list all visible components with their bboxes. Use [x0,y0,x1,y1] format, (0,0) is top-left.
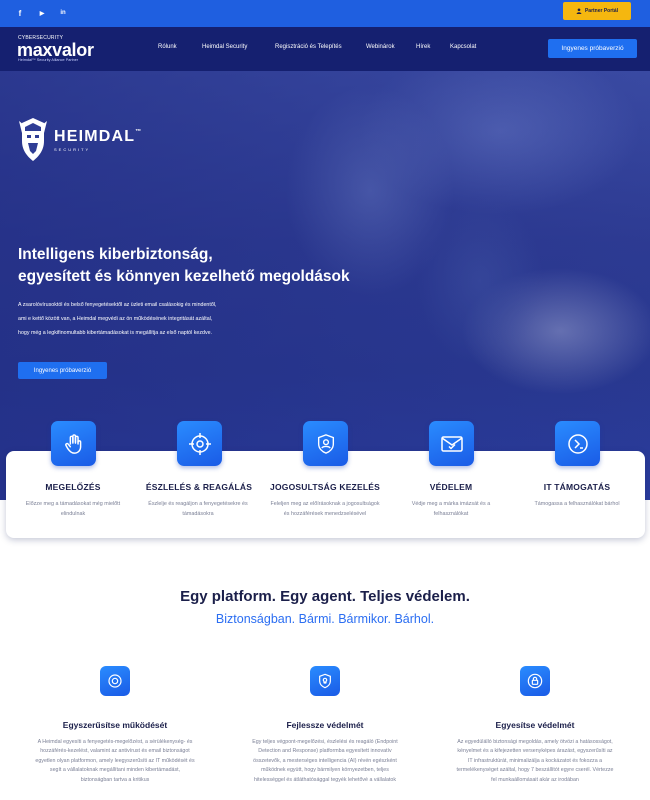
facebook-icon[interactable]: f [14,7,26,19]
hero-text-line-3: hogy még a legkifinomultabb kibertámadás… [18,330,213,336]
hero-title: Intelligens kiberbiztonság, egyesített é… [18,244,438,288]
hand-icon [51,421,96,466]
nav-item-contact[interactable]: Kapcsolat [450,44,476,50]
top-bar: f ▶ in Partner Portál [0,0,650,27]
linkedin-icon[interactable]: in [57,7,69,19]
target-icon [100,666,130,696]
feature-desc-privilege: Feleljen meg az előírásoknak a jogosults… [270,501,380,517]
user-icon [576,8,582,14]
bulb-shield-icon [310,666,340,696]
heimdal-sub: SECURITY [54,146,91,152]
feature-title-it-support: IT TÁMOGATÁS [543,482,611,492]
feature-desc-prevention: Előzze meg a támadásokat még mielőtt eli… [25,501,121,517]
column-text-simplify: A Heimdal egyesíti a fenyegetés-megelőzé… [35,739,195,783]
youtube-icon[interactable]: ▶ [36,7,48,19]
hero-text-line-1: A zsarolóvírusoktól és belső fenyegetése… [18,302,217,308]
nav-item-registration[interactable]: Regisztráció és Telepítés [275,44,342,50]
column-title-simplify: Egyszerűsítse működését [62,720,168,730]
feature-title-detection: ÉSZLELÉS & REAGÁLÁS [145,482,253,492]
hero-text-line-2: ami e kettő között van, a Heimdal megvéd… [18,316,213,322]
hero-title-line-1: Intelligens kiberbiztonság, [18,246,213,263]
feature-title-prevention: MEGELŐZÉS [45,482,101,492]
hero-description: A zsarolóvírusoktól és belső fenyegetése… [18,298,328,340]
nav-item-news[interactable]: Hírek [416,44,430,50]
feature-title-protection: VÉDELEM [429,482,473,492]
platform-title: Egy platform. Egy agent. Teljes védelem. [180,588,470,605]
nav-item-rolunk[interactable]: Rólunk [158,44,177,50]
column-text-unify: Az egyedülálló biztonsági megoldás, amel… [456,739,614,783]
partner-portal-button[interactable]: Partner Portál [563,2,631,20]
remote-icon [555,421,600,466]
free-trial-hero-button[interactable]: Ingyenes próbaverzió [18,362,107,379]
mail-check-icon [429,421,474,466]
column-title-unify: Egyesítse védelmét [495,720,575,730]
lock-icon [520,666,550,696]
heimdal-logo: HEIMDAL™ SECURITY [18,117,143,163]
user-shield-icon [303,421,348,466]
crosshair-icon [177,421,222,466]
heimdal-helmet-icon [19,118,47,161]
nav-item-webinars[interactable]: Webinárok [366,44,395,50]
heimdal-trademark: ™ [135,128,143,135]
free-trial-nav-button[interactable]: Ingyenes próbaverzió [548,39,637,58]
feature-desc-protection: Védje meg a márka imázsát és a felhaszná… [411,501,491,517]
feature-title-privilege: JOGOSULTSÁG KEZELÉS [270,482,380,492]
nav-item-heimdal-security[interactable]: Heimdal Security [202,44,247,50]
heimdal-brand: HEIMDAL [54,127,136,145]
main-navbar: CYBERSECURITY maxvalor Heimdal™ Security… [0,27,650,71]
hero-title-line-2: egyesített és könnyen kezelhető megoldás… [18,268,350,285]
feature-desc-detection: Észlelje és reagáljon a fenyegetésekre é… [148,501,248,517]
column-title-improve: Fejlessze védelmét [286,720,364,730]
platform-subtitle: Biztonságban. Bármi. Bármikor. Bárhol. [215,612,435,626]
feature-desc-it-support: Támogassa a felhasználókat bárhol [534,501,620,507]
partner-portal-label: Partner Portál [584,8,619,14]
logo-tagline: Heimdal™ Security Alliance Partner [18,58,79,62]
column-text-improve: Egy teljes végpont-megelőzési, észlelési… [252,739,398,783]
